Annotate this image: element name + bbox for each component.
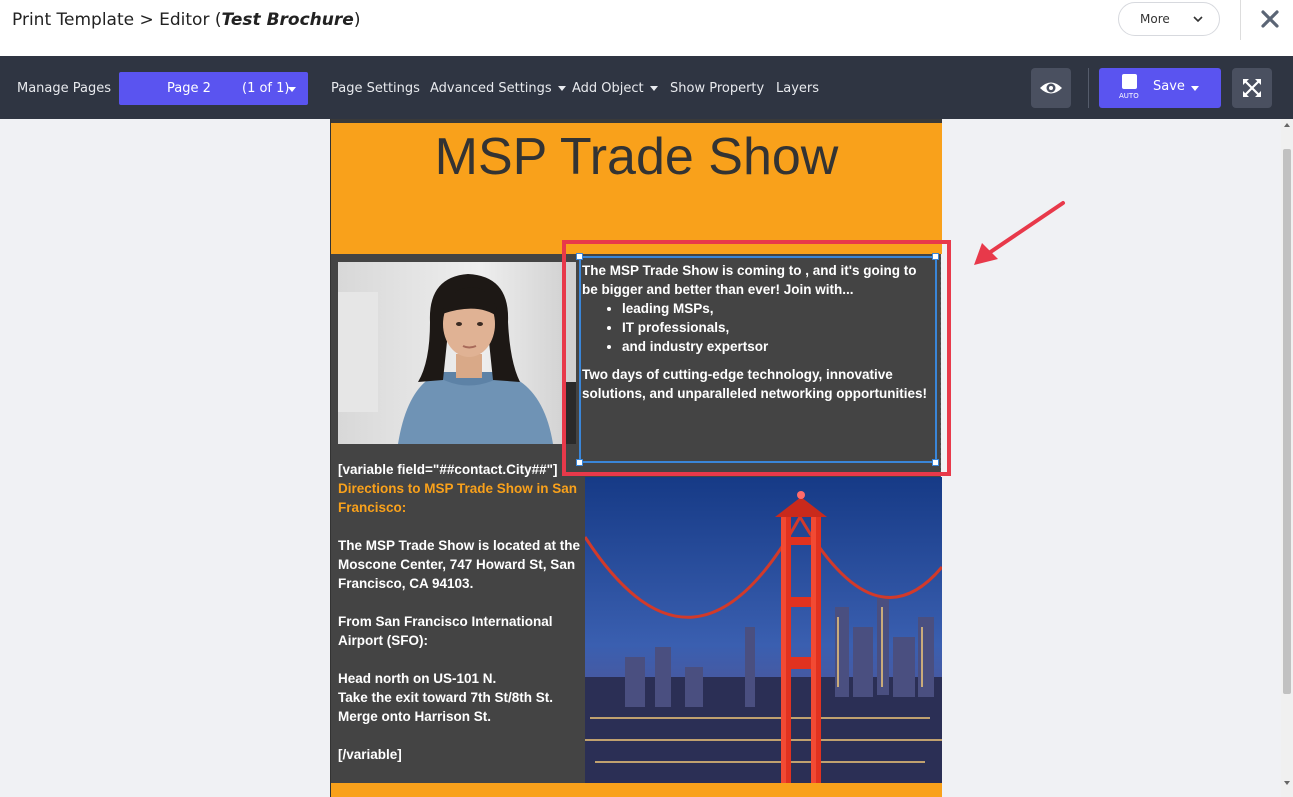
save-label: Save (1153, 79, 1185, 94)
toolbar-divider (1088, 68, 1089, 108)
annotation-highlight-box (562, 240, 951, 476)
directions-title: Directions to MSP Trade Show in San Fran… (338, 481, 578, 515)
caret-down-icon (1191, 86, 1199, 91)
headline-banner[interactable]: MSP Trade Show (331, 123, 942, 254)
preview-button[interactable] (1031, 68, 1071, 108)
woman-photo-illustration (338, 262, 576, 444)
template-name: Test Brochure (221, 10, 354, 30)
annotation-arrow-icon (974, 201, 1065, 265)
more-button-label: More (1140, 12, 1170, 26)
direction-step-2: Take the exit toward 7th St/8th St. (338, 690, 554, 705)
page-selector[interactable]: Page 2 (1 of 1) (119, 72, 308, 105)
from-airport-text: From San Francisco International Airport… (338, 614, 553, 648)
autosave-checkbox[interactable] (1122, 74, 1137, 89)
fullscreen-button[interactable] (1232, 68, 1272, 108)
advanced-settings-menu[interactable]: Advanced Settings (430, 81, 566, 96)
show-property-button[interactable]: Show Property (670, 81, 764, 96)
add-object-menu[interactable]: Add Object (572, 81, 658, 96)
caret-down-icon (649, 86, 658, 91)
page-selector-count: (1 of 1) (242, 81, 290, 96)
location-text: The MSP Trade Show is located at the Mos… (338, 538, 581, 591)
directions-text-block[interactable]: [variable field="##contact.City##"] Dire… (338, 460, 582, 764)
caret-down-icon (288, 87, 296, 92)
eye-icon (1040, 82, 1062, 94)
advanced-settings-label: Advanced Settings (430, 81, 552, 96)
close-icon[interactable] (1259, 8, 1281, 30)
expand-icon (1243, 79, 1261, 97)
scroll-up-icon[interactable] (1284, 123, 1290, 127)
direction-step-3: Merge onto Harrison St. (338, 709, 492, 724)
editor-toolbar: Manage Pages Page 2 (1 of 1) Page Settin… (0, 56, 1293, 119)
variable-open-tag: [variable field="##contact.City##"] Dire… (338, 462, 578, 515)
add-object-label: Add Object (572, 81, 644, 96)
breadcrumb-suffix: ) (353, 10, 361, 30)
breadcrumb-prefix: Print Template > Editor ( (12, 10, 222, 30)
chevron-down-icon (1193, 16, 1203, 23)
more-button[interactable]: More (1118, 2, 1220, 36)
direction-step-1: Head north on US-101 N. (338, 671, 497, 686)
autosave-label: AUTO (1119, 92, 1139, 100)
photo-golden-gate-image[interactable] (585, 477, 942, 783)
caret-down-icon (557, 86, 566, 91)
layers-button[interactable]: Layers (776, 81, 819, 96)
headline-text[interactable]: MSP Trade Show (331, 127, 942, 187)
page-title: Print Template > Editor (Test Brochure) (12, 10, 360, 30)
photo-woman-image[interactable] (338, 262, 576, 444)
canvas-scrollbar[interactable] (1281, 119, 1293, 797)
page-footer-band (331, 783, 942, 797)
header-divider (1240, 0, 1241, 40)
save-button[interactable]: AUTO Save (1099, 68, 1221, 108)
scrollbar-thumb[interactable] (1283, 149, 1291, 694)
app-header: Print Template > Editor (Test Brochure) … (0, 0, 1293, 56)
scroll-down-icon[interactable] (1284, 781, 1290, 785)
manage-pages-button[interactable]: Manage Pages (17, 81, 111, 96)
page-settings-button[interactable]: Page Settings (331, 81, 420, 96)
page-selector-name: Page 2 (167, 81, 211, 96)
variable-close-tag: [/variable] (338, 747, 402, 762)
golden-gate-illustration (585, 477, 942, 783)
